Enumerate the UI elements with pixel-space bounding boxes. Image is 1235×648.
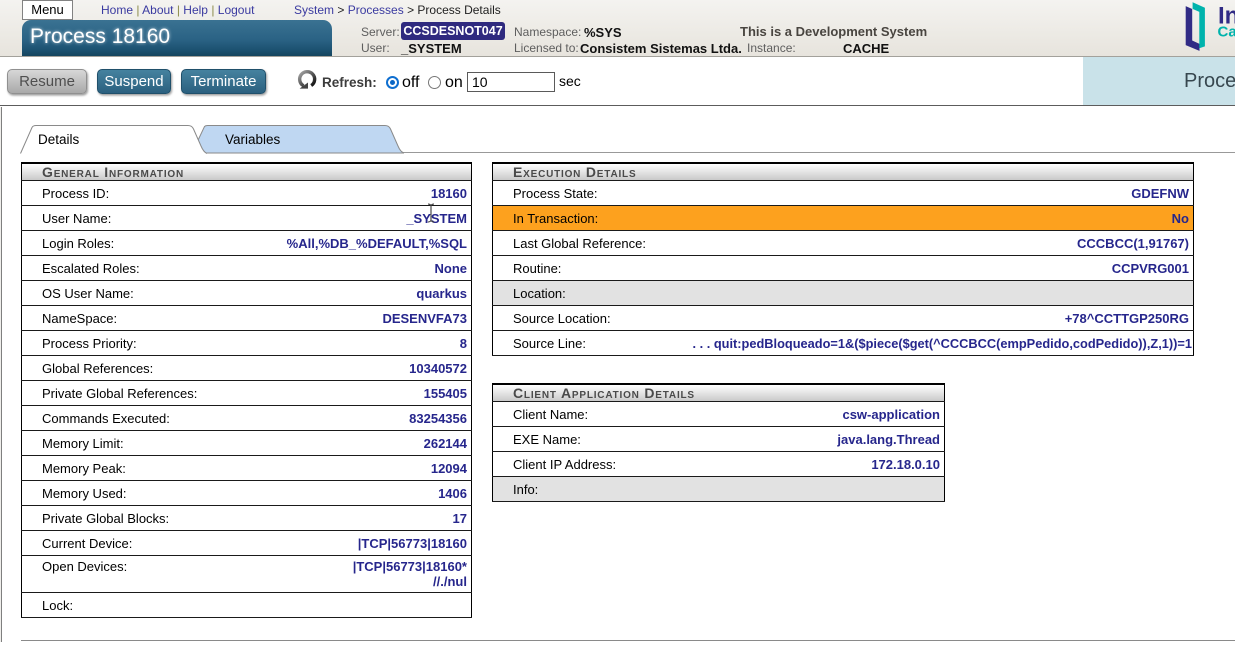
svg-text:Caché: Caché: [1218, 24, 1235, 41]
svg-text:Variables: Variables: [225, 132, 281, 147]
svg-text:Details: Details: [38, 132, 80, 147]
